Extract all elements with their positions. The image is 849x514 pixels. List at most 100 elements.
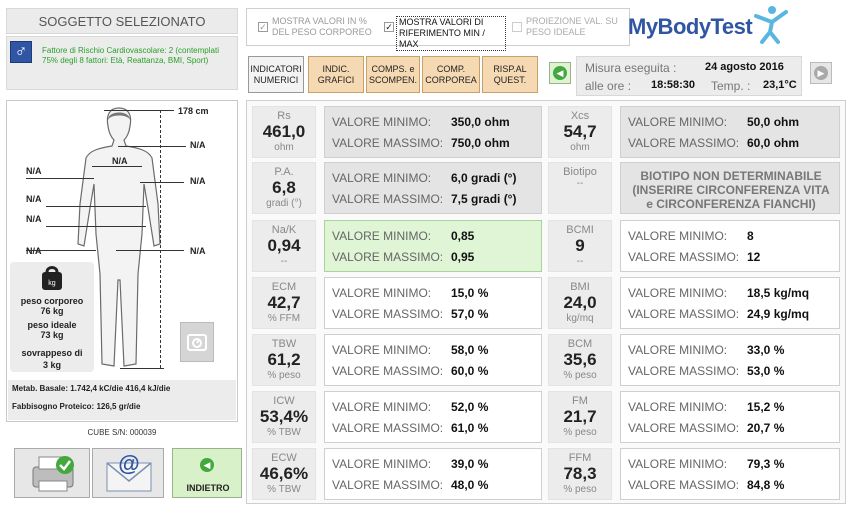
indicator-value: 61,2 [267, 350, 301, 369]
range-right-5: VALORE MINIMO: 15,2 % VALORE MASSIMO: 20,7 … [620, 391, 840, 443]
serial-number: CUBE S/N: 000039 [87, 428, 157, 437]
metab-basale: Metab. Basale: 1.742,4 kC/die 416,4 kJ/d… [12, 384, 171, 393]
min-value: 39,0 % [451, 457, 489, 471]
max-value: 57,0 % [451, 307, 489, 321]
indicator-right-5: FM 21,7% peso [548, 391, 612, 443]
max-label: VALORE MASSIMO: [332, 250, 444, 264]
arrow-left-icon: ◀ [200, 458, 214, 472]
max-label: VALORE MASSIMO: [332, 421, 444, 435]
max-label: VALORE MASSIMO: [628, 136, 740, 150]
measure-time-label: alle ore : [585, 79, 632, 93]
weight-kettlebell-icon: kg [42, 266, 62, 290]
height-line [104, 110, 174, 111]
arm-value: N/A [26, 166, 42, 176]
max-value: 20,7 % [747, 421, 785, 435]
indicator-left-3: ECM 42,7% FFM [252, 277, 316, 329]
indicator-unit: % FFM [267, 313, 301, 324]
measure-info: Misura eseguita : 24 agosto 2016 alle or… [576, 56, 802, 96]
indicator-name: FFM [568, 452, 592, 464]
measure-time: 18:58:30 [651, 79, 696, 91]
ideal-weight-button[interactable] [180, 322, 214, 362]
range-left-4: VALORE MINIMO: 58,0 % VALORE MASSIMO: 60,0 … [324, 334, 542, 386]
min-label: VALORE MINIMO: [628, 229, 728, 243]
risk-text: Fattore di Rischio Cardiovascolare: 2 (c… [42, 46, 219, 65]
option-ideal-checkbox[interactable] [512, 22, 522, 32]
indicator-left-5: ICW 53,4%% TBW [252, 391, 316, 443]
sovrappeso-label: sovrappeso di [21, 348, 83, 358]
indicator-right-2: BCMI 9 -- [548, 220, 612, 272]
email-icon: @ [106, 451, 152, 492]
calf-value: N/A [190, 246, 206, 256]
body-height: 178 cm [178, 106, 209, 116]
range-right-3: VALORE MINIMO: 18,5 kg/mq VALORE MASSIMO: 2… [620, 277, 840, 329]
tab-risposte-questionario[interactable]: RISP.AL QUEST. [482, 56, 538, 93]
max-value: 48,0 % [451, 478, 489, 492]
min-label: VALORE MINIMO: [332, 286, 432, 300]
indicator-value: 9 [575, 236, 585, 255]
max-label: VALORE MASSIMO: [332, 192, 444, 206]
indicator-value: 24,0 [563, 293, 597, 312]
option-minmax-checkbox[interactable]: ✓ [384, 22, 394, 32]
min-value: 15,0 % [451, 286, 489, 300]
range-left-5: VALORE MINIMO: 52,0 % VALORE MASSIMO: 61,0 … [324, 391, 542, 443]
range-right-0: VALORE MINIMO: 50,0 ohm VALORE MASSIMO: 60,… [620, 106, 840, 158]
calf-line [116, 250, 184, 251]
metabolism-box: Metab. Basale: 1.742,4 kC/die 416,4 kJ/d… [8, 380, 236, 420]
min-value: 50,0 ohm [747, 115, 800, 129]
max-label: VALORE MASSIMO: [332, 136, 444, 150]
forearm-value: N/A [190, 176, 206, 186]
next-measure-button[interactable]: ▶ [810, 62, 832, 84]
option-pct-label: MOSTRA VALORI IN % DEL PESO CORPOREO [272, 16, 372, 37]
indicator-name: Biotipo [563, 166, 597, 178]
prev-measure-button[interactable]: ◀ [549, 62, 571, 84]
min-label: VALORE MINIMO: [628, 457, 728, 471]
waist-value: N/A [26, 194, 42, 204]
print-button[interactable] [14, 448, 90, 498]
peso-corporeo-label: peso corporeo [20, 296, 84, 306]
range-left-3: VALORE MINIMO: 15,0 % VALORE MASSIMO: 57,0 … [324, 277, 542, 329]
peso-corporeo-value: 76 kg [40, 306, 64, 316]
indicator-value: 54,7 [563, 122, 597, 141]
min-value: 18,5 kg/mq [747, 286, 810, 300]
indicator-value: 78,3 [563, 464, 597, 483]
min-label: VALORE MINIMO: [628, 400, 728, 414]
tab-compensazione[interactable]: COMPS. e SCOMPEN. [366, 56, 420, 93]
indicator-unit: % peso [563, 484, 597, 495]
min-value: 33,0 % [747, 343, 785, 357]
tab-indicatori-numerici[interactable]: INDICATORI NUMERICI [248, 56, 304, 93]
min-value: 350,0 ohm [451, 115, 510, 129]
option-pct-checkbox[interactable]: ✓ [258, 22, 268, 32]
max-label: VALORE MASSIMO: [628, 421, 740, 435]
max-label: VALORE MASSIMO: [332, 478, 444, 492]
tab-indicatori-grafici[interactable]: INDIC. GRAFICI [308, 56, 364, 93]
arm-line [26, 178, 94, 179]
peso-ideale-value: 73 kg [40, 330, 64, 340]
measure-date: 24 agosto 2016 [705, 61, 784, 73]
indicator-left-2: Na/K 0,94 -- [252, 220, 316, 272]
hip-line [46, 226, 146, 227]
thigh-line [26, 250, 96, 251]
indicator-name: BMI [570, 281, 590, 293]
logo-figure-icon [754, 6, 788, 44]
min-label: VALORE MINIMO: [332, 457, 432, 471]
scale-icon [187, 334, 207, 351]
min-value: 0,85 [451, 229, 475, 243]
min-label: VALORE MINIMO: [332, 171, 432, 185]
indicator-unit: ohm [274, 142, 294, 153]
tab-composizione-corporea[interactable]: COMP. CORPOREA [422, 56, 480, 93]
email-button[interactable]: @ [92, 448, 164, 498]
max-value: 60,0 ohm [747, 136, 800, 150]
min-value: 8 [747, 229, 754, 243]
back-button[interactable]: ◀ INDIETRO [172, 448, 242, 498]
logo: MyBodyTest [628, 14, 753, 39]
option-minmax-label: MOSTRA VALORI DI RIFERIMENTO MIN / MAX [396, 16, 506, 51]
svg-text:@: @ [118, 451, 139, 476]
indicator-left-4: TBW 61,2% peso [252, 334, 316, 386]
indicator-unit: % peso [267, 370, 301, 381]
indicator-name: ECM [271, 281, 297, 293]
chest-line [92, 166, 142, 167]
hip-value: N/A [26, 214, 42, 224]
back-arrow: ◀ [197, 455, 217, 475]
indicator-left-1: P.A. 6,8 gradi (°) [252, 162, 316, 214]
indicator-value: 46,6% [259, 464, 309, 483]
